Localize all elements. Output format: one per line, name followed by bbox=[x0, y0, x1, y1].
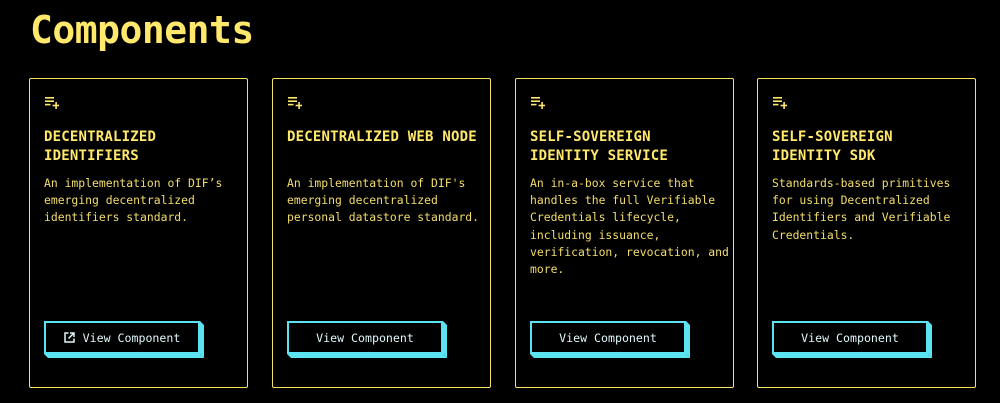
card-description: Standards-based primitives for using Dec… bbox=[772, 176, 951, 242]
playlist-add-icon bbox=[288, 97, 302, 109]
components-grid: DECENTRALIZED IDENTIFIERS An implementat… bbox=[29, 78, 981, 390]
button-shadow bbox=[443, 321, 447, 358]
component-card-decentralized-web-node: DECENTRALIZED WEB NODE An implementation… bbox=[272, 78, 491, 388]
page-title: Components bbox=[30, 8, 254, 52]
card-title: DECENTRALIZED IDENTIFIERS bbox=[44, 129, 157, 164]
button-shadow bbox=[928, 321, 932, 358]
component-card-ssi-service: SELF-SOVEREIGN IDENTITY SERVICE An in-a-… bbox=[515, 78, 734, 388]
view-component-button[interactable]: View Component bbox=[44, 321, 200, 354]
component-card-decentralized-identifiers: DECENTRALIZED IDENTIFIERS An implementat… bbox=[29, 78, 248, 388]
external-link-icon bbox=[63, 332, 75, 343]
button-label: View Component bbox=[801, 330, 899, 345]
button-shadow bbox=[686, 321, 690, 358]
view-component-button-wrapper: View Component bbox=[287, 321, 447, 358]
button-label: View Component bbox=[316, 330, 414, 345]
playlist-add-icon bbox=[773, 97, 787, 109]
button-shadow bbox=[200, 321, 204, 358]
button-shadow bbox=[772, 354, 932, 358]
playlist-add-icon bbox=[45, 97, 59, 109]
card-description: An implementation of DIF's emerging dece… bbox=[287, 176, 480, 225]
view-component-button[interactable]: View Component bbox=[287, 321, 443, 354]
card-description: An in-a-box service that handles the ful… bbox=[530, 176, 729, 277]
card-title: SELF-SOVEREIGN IDENTITY SERVICE bbox=[530, 129, 669, 164]
view-component-button-wrapper: View Component bbox=[530, 321, 690, 358]
card-description: An implementation of DIF’s emerging dece… bbox=[44, 176, 223, 225]
card-title: DECENTRALIZED WEB NODE bbox=[287, 129, 477, 145]
button-label: View Component bbox=[82, 330, 181, 345]
button-shadow bbox=[530, 354, 690, 358]
view-component-button-wrapper: View Component bbox=[772, 321, 932, 358]
card-title: SELF-SOVEREIGN IDENTITY SDK bbox=[772, 129, 893, 164]
button-shadow bbox=[44, 354, 204, 358]
button-label: View Component bbox=[559, 330, 657, 345]
playlist-add-icon bbox=[531, 97, 545, 109]
view-component-button[interactable]: View Component bbox=[772, 321, 928, 354]
view-component-button[interactable]: View Component bbox=[530, 321, 686, 354]
component-card-ssi-sdk: SELF-SOVEREIGN IDENTITY SDK Standards-ba… bbox=[757, 78, 976, 388]
view-component-button-wrapper: View Component bbox=[44, 321, 204, 358]
button-shadow bbox=[287, 354, 447, 358]
